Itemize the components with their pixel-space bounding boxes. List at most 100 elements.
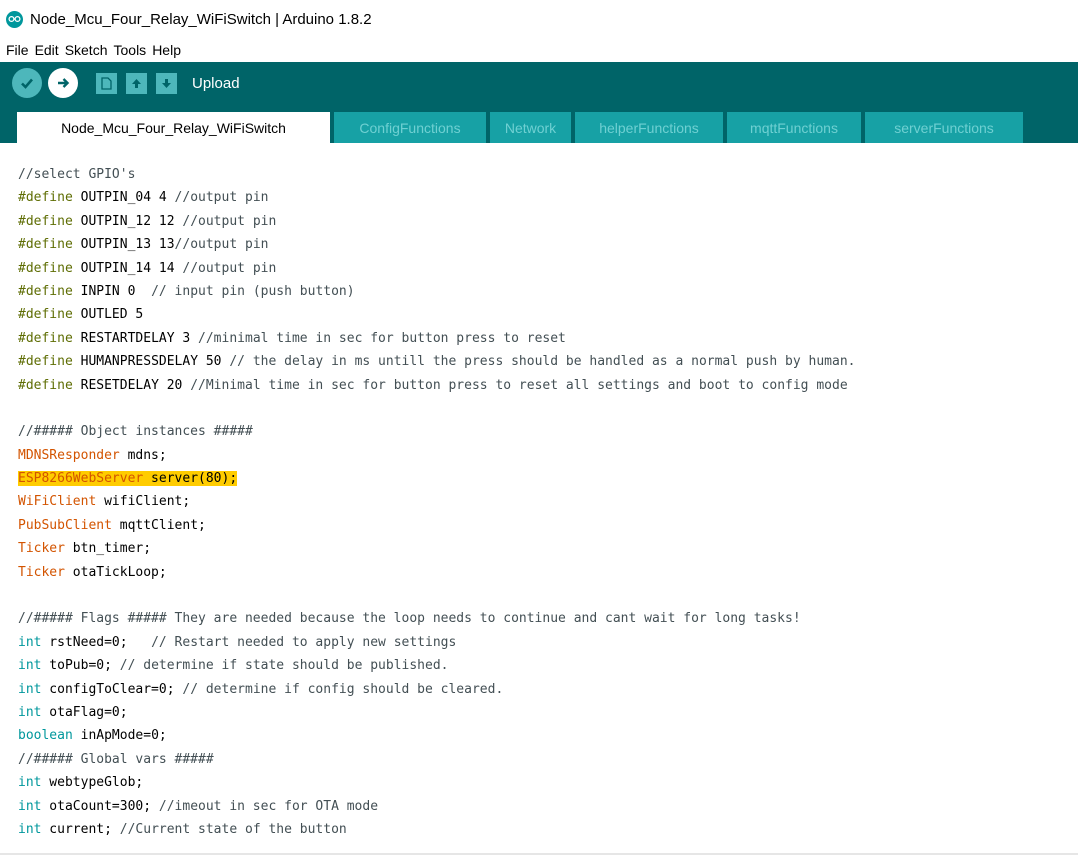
code-line: Ticker otaTickLoop;	[18, 561, 1078, 584]
tab-configfunctions[interactable]: ConfigFunctions	[334, 112, 486, 143]
code-editor[interactable]: //select GPIO's #define OUTPIN_04 4 //out…	[0, 154, 1078, 855]
code-token: WiFiClient	[18, 494, 97, 510]
code-token: //minimal time in sec for button press t…	[198, 330, 566, 346]
code-token: OUTPIN_12 12	[72, 213, 183, 229]
code-token: rstNeed=0;	[41, 634, 152, 650]
code-line: boolean inApMode=0;	[18, 724, 1078, 747]
toolbar-status-label: Upload	[192, 74, 240, 92]
code-token: int	[18, 634, 42, 650]
code-token: btn_timer;	[64, 541, 152, 557]
code-token: otaTickLoop;	[64, 564, 167, 580]
code-token: #define	[18, 330, 73, 346]
code-token: #define	[18, 237, 73, 253]
code-line: int rstNeed=0; // Restart needed to appl…	[18, 631, 1078, 654]
code-token: int	[18, 798, 42, 814]
code-token: Ticker	[18, 541, 65, 557]
code-line: //##### Object instances #####	[18, 420, 1078, 443]
tab-bar: Node_Mcu_Four_Relay_WiFiSwitch ConfigFun…	[0, 104, 1078, 143]
code-line: #define OUTLED 5	[18, 303, 1078, 326]
code-token: OUTPIN_14 14	[72, 260, 183, 276]
code-line: PubSubClient mqttClient;	[18, 514, 1078, 537]
menu-bar: File Edit Sketch Tools Help	[0, 38, 1078, 62]
code-token: #define	[18, 283, 73, 299]
code-line: Ticker btn_timer;	[18, 537, 1078, 560]
upload-button[interactable]	[48, 68, 78, 98]
title-bar: Node_Mcu_Four_Relay_WiFiSwitch | Arduino…	[0, 0, 1078, 38]
code-token: RESETDELAY 20	[72, 377, 191, 393]
code-token: int	[18, 775, 42, 791]
code-token: otaFlag=0;	[41, 704, 128, 720]
code-line: WiFiClient wifiClient;	[18, 490, 1078, 513]
code-token: #define	[18, 354, 73, 370]
code-token: RESTARTDELAY 3	[72, 330, 199, 346]
code-token: INPIN 0	[72, 283, 152, 299]
code-token: int	[18, 704, 42, 720]
menu-help[interactable]: Help	[152, 42, 181, 58]
save-icon	[162, 78, 171, 88]
code-line: #define HUMANPRESSDELAY 50 // the delay …	[18, 350, 1078, 373]
code-token: #define	[18, 260, 73, 276]
toolbar: Upload	[0, 62, 1078, 104]
code-line: int otaFlag=0;	[18, 701, 1078, 724]
code-token: boolean	[18, 728, 73, 744]
code-line: int otaCount=300; //imeout in sec for OT…	[18, 795, 1078, 818]
code-token: int	[18, 658, 42, 674]
code-token: // the delay in ms untill the press shou…	[229, 354, 856, 370]
code-line: int toPub=0; // determine if state shoul…	[18, 654, 1078, 677]
menu-edit[interactable]: Edit	[35, 42, 59, 58]
code-token: wifiClient;	[96, 494, 191, 510]
verify-icon	[21, 78, 33, 89]
open-button[interactable]	[126, 72, 147, 94]
code-token: //output pin	[182, 213, 277, 229]
code-token: // Restart needed to apply new settings	[151, 634, 457, 650]
code-token: #define	[18, 190, 73, 206]
tab-network[interactable]: Network	[490, 112, 571, 143]
code-token: MDNSResponder	[18, 447, 120, 463]
open-icon	[132, 78, 141, 88]
menu-tools[interactable]: Tools	[114, 42, 147, 58]
tab-serverfunctions[interactable]: serverFunctions	[865, 112, 1023, 143]
code-line: #define OUTPIN_04 4 //output pin	[18, 186, 1078, 209]
arduino-logo-icon	[6, 10, 23, 28]
new-button[interactable]	[96, 72, 117, 94]
upload-icon	[58, 78, 70, 88]
save-button[interactable]	[156, 72, 177, 94]
code-token: inApMode=0;	[72, 728, 167, 744]
code-line: //select GPIO's	[18, 163, 1078, 186]
code-token: int	[18, 681, 42, 697]
code-line: int current; //Current state of the butt…	[18, 818, 1078, 841]
code-line: #define OUTPIN_12 12 //output pin	[18, 210, 1078, 233]
code-line: #define INPIN 0 // input pin (push butto…	[18, 280, 1078, 303]
menu-sketch[interactable]: Sketch	[65, 42, 108, 58]
code-token: //Current state of the button	[119, 821, 347, 837]
menu-file[interactable]: File	[6, 42, 29, 58]
code-token: //Minimal time in sec for button press t…	[190, 377, 848, 393]
code-token: current;	[41, 821, 120, 837]
code-line: #define RESTARTDELAY 3 //minimal time in…	[18, 327, 1078, 350]
code-line: //##### Global vars #####	[18, 748, 1078, 771]
tab-node-mcu-four-relay-wifiswitch[interactable]: Node_Mcu_Four_Relay_WiFiSwitch	[17, 112, 330, 143]
code-line: #define RESETDELAY 20 //Minimal time in …	[18, 374, 1078, 397]
code-token: //output pin	[182, 260, 277, 276]
code-token: //##### Global vars #####	[18, 751, 214, 767]
code-content: //select GPIO's #define OUTPIN_04 4 //out…	[0, 154, 1078, 841]
code-line: int webtypeGlob;	[18, 771, 1078, 794]
code-token: server(80);	[143, 471, 238, 487]
code-line: #define OUTPIN_13 13//output pin	[18, 233, 1078, 256]
code-token: webtypeGlob;	[41, 775, 144, 791]
code-token: #define	[18, 377, 73, 393]
code-token: //##### Flags ##### They are needed beca…	[18, 611, 801, 627]
code-token: //##### Object instances #####	[18, 424, 253, 440]
code-token: #define	[18, 213, 73, 229]
code-token: // determine if config should be cleared…	[182, 681, 504, 697]
code-token: OUTPIN_13 13	[72, 237, 175, 253]
code-token: int	[18, 821, 42, 837]
code-token: otaCount=300;	[41, 798, 159, 814]
tab-mqttfunctions[interactable]: mqttFunctions	[727, 112, 861, 143]
verify-button[interactable]	[12, 68, 42, 98]
tab-helperfunctions[interactable]: helperFunctions	[575, 112, 723, 143]
code-line: ESP8266WebServer server(80);	[18, 467, 1078, 490]
code-token: mqttClient;	[111, 517, 206, 533]
